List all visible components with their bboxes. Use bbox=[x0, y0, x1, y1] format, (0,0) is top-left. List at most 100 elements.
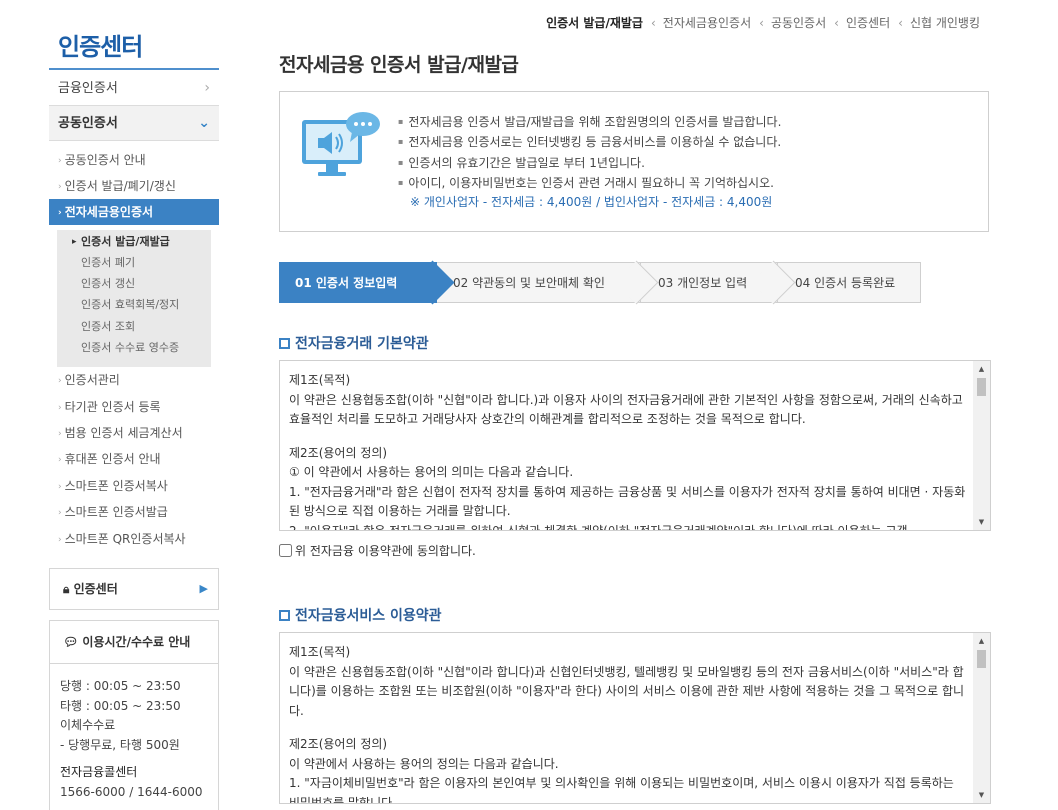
sidebar-third-level-menu: 인증서 발급/재발급 인증서 폐기 인증서 갱신 인증서 효력회복/정지 인증서… bbox=[57, 230, 211, 367]
sidebar-sub-item-label: 타기관 인증서 등록 bbox=[64, 400, 161, 414]
terms-line: 제1조(목적) bbox=[289, 373, 351, 387]
sidebar-third-item-restore-suspend[interactable]: 인증서 효력회복/정지 bbox=[81, 295, 179, 315]
sidebar-sub-item-label: 인증서 발급/폐기/갱신 bbox=[64, 179, 176, 193]
bullet-icon: › bbox=[58, 535, 62, 545]
step-1: 01 인증서 정보입력 bbox=[279, 260, 455, 305]
breadcrumb-item[interactable]: 인증센터 bbox=[846, 16, 890, 30]
terms-line: ① 이 약관에서 사용하는 용어의 의미는 다음과 같습니다. bbox=[289, 465, 574, 479]
step-label: 01 인증서 정보입력 bbox=[295, 276, 398, 290]
hours-line: - 당행무료, 타행 500원 bbox=[60, 737, 180, 752]
scroll-down-icon[interactable]: ▼ bbox=[973, 787, 990, 803]
terms-line: 이 약관에서 사용하는 용어의 정의는 다음과 같습니다. bbox=[289, 756, 559, 771]
bullet-icon: › bbox=[58, 403, 62, 413]
breadcrumb: 인증서 발급/재발급 ‹ 전자세금용인증서 ‹ 공동인증서 ‹ 인증센터 ‹ 신협 개인뱅킹 bbox=[546, 14, 980, 31]
chevron-left-icon: ‹ bbox=[759, 16, 764, 30]
step-label: 02 약관동의 및 보안매체 확인 bbox=[453, 276, 605, 290]
terms1-agree[interactable]: 위 전자금융 이용약관에 동의합니다. bbox=[279, 542, 476, 559]
sidebar-third-item-issue[interactable]: 인증서 발급/재발급 bbox=[72, 232, 170, 252]
terms-line: 제1조(목적) bbox=[289, 645, 351, 659]
terms1-scroll-box[interactable]: 제1조(목적) 이 약관은 신용협동조합(이하 "신협"이라 합니다.)과 이용… bbox=[279, 360, 991, 531]
scroll-up-icon[interactable]: ▲ bbox=[973, 361, 990, 377]
step-2: 02 약관동의 및 보안매체 확인 bbox=[429, 260, 659, 305]
step-label: 04 인증서 등록완료 bbox=[795, 276, 896, 290]
sidebar-sub-item-label: 스마트폰 QR인증서복사 bbox=[64, 532, 186, 546]
terms1-agree-label: 위 전자금융 이용약관에 동의합니다. bbox=[295, 544, 476, 558]
sidebar-sub-item-label: 인증서관리 bbox=[64, 373, 120, 387]
sidebar-third-item-revoke[interactable]: 인증서 폐기 bbox=[81, 253, 135, 273]
notice-item: 전자세금용 인증서 발급/재발급을 위해 조합원명의의 인증서를 발급합니다. bbox=[398, 112, 781, 132]
call-center-title: 전자금융콜센터 bbox=[60, 765, 138, 779]
hours-fee-content: 당행 : 00:05 ~ 23:50 타행 : 00:05 ~ 23:50 이체… bbox=[50, 664, 218, 810]
chevron-left-icon: ‹ bbox=[898, 16, 903, 30]
breadcrumb-item[interactable]: 신협 개인뱅킹 bbox=[910, 16, 980, 30]
sidebar-sub-item-phone-cert-guide[interactable]: › 휴대폰 인증서 안내 bbox=[49, 446, 219, 472]
notice-box: 전자세금용 인증서 발급/재발급을 위해 조합원명의의 인증서를 발급합니다. … bbox=[279, 91, 989, 232]
terms2-scrollbar[interactable]: ▲ ▼ bbox=[973, 633, 990, 803]
hours-line: 당행 : 00:05 ~ 23:50 bbox=[60, 679, 181, 693]
sidebar-sub-item-smartphone-qr-copy[interactable]: › 스마트폰 QR인증서복사 bbox=[49, 526, 219, 552]
sidebar-sub-item-label: 휴대폰 인증서 안내 bbox=[64, 452, 161, 466]
notice-item: 인증서의 유효기간은 발급일로 부터 1년입니다. bbox=[398, 153, 781, 173]
scroll-thumb[interactable] bbox=[977, 650, 986, 668]
sidebar-third-item-fee-receipt[interactable]: 인증서 수수료 영수증 bbox=[81, 338, 179, 358]
sidebar-sub-item-smartphone-cert-issue[interactable]: › 스마트폰 인증서발급 bbox=[49, 499, 219, 525]
cert-center-link-box[interactable]: 🔒︎ 인증센터 ▶ bbox=[49, 568, 219, 610]
arrow-right-icon: ▶ bbox=[199, 582, 208, 595]
terms2-scroll-box[interactable]: 제1조(목적) 이 약관은 신용협동조합(이하 "신협"이라 합니다)과 신협인… bbox=[279, 632, 991, 804]
scroll-up-icon[interactable]: ▲ bbox=[973, 633, 990, 649]
sidebar-sub-item-joint-cert-guide[interactable]: › 공동인증서 안내 bbox=[49, 147, 219, 173]
sidebar-title-divider bbox=[49, 68, 219, 70]
hours-line: 타행 : 00:05 ~ 23:50 bbox=[60, 698, 181, 713]
sidebar-sub-item-general-cert-invoice[interactable]: › 범용 인증서 세금계산서 bbox=[49, 420, 219, 446]
terms-line: 이 약관은 신용협동조합(이하 "신협"이라 합니다.)과 이용자 사이의 전자… bbox=[289, 392, 963, 427]
chevron-left-icon: ‹ bbox=[834, 16, 839, 30]
chevron-down-icon: ⌄ bbox=[198, 115, 210, 131]
chevron-right-icon: › bbox=[204, 80, 210, 96]
bullet-icon: › bbox=[58, 508, 62, 518]
sidebar-sub-item-label: 공동인증서 안내 bbox=[64, 153, 146, 167]
hours-line: 이체수수료 bbox=[60, 718, 116, 732]
cert-center-link-label: 인증센터 bbox=[73, 582, 118, 596]
terms1-title: 전자금융거래 기본약관 bbox=[279, 333, 429, 353]
hours-fee-title: 이용시간/수수료 안내 bbox=[82, 635, 191, 649]
sidebar-third-item-renew[interactable]: 인증서 갱신 bbox=[81, 274, 135, 294]
sidebar-sub-item-smartphone-cert-copy[interactable]: › 스마트폰 인증서복사 bbox=[49, 473, 219, 499]
page-title: 전자세금용 인증서 발급/재발급 bbox=[279, 54, 519, 76]
sidebar-title: 인증센터 bbox=[58, 33, 143, 61]
bullet-icon: › bbox=[58, 429, 62, 439]
terms-line: 2. "이용자"라 함은 전자금융거래를 위하여 신협과 체결한 계약(이하 "… bbox=[289, 523, 908, 531]
sidebar-item-joint-cert[interactable]: 공동인증서 ⌄ bbox=[49, 106, 219, 141]
sidebar-sub-item-cert-manage[interactable]: › 인증서관리 bbox=[49, 367, 219, 393]
breadcrumb-item[interactable]: 전자세금용인증서 bbox=[663, 16, 751, 30]
terms1-agree-checkbox[interactable] bbox=[279, 544, 292, 557]
scroll-thumb[interactable] bbox=[977, 378, 986, 396]
notice-item: 아이디, 이용자비밀번호는 인증서 관련 거래시 필요하니 꼭 기억하십시오. bbox=[398, 173, 781, 193]
bullet-icon: › bbox=[58, 376, 62, 386]
terms2-title: 전자금융서비스 이용약관 bbox=[279, 605, 442, 625]
scroll-down-icon[interactable]: ▼ bbox=[973, 514, 990, 530]
sidebar-item-financial-cert[interactable]: 금융인증서 › bbox=[49, 71, 219, 106]
monitor-speaker-icon bbox=[302, 112, 380, 176]
sidebar-sub-item-label: 스마트폰 인증서복사 bbox=[64, 479, 168, 493]
sidebar-sub-item-e-tax-cert[interactable]: › 전자세금용인증서 bbox=[49, 199, 219, 225]
sidebar-sub-item-other-cert-register[interactable]: › 타기관 인증서 등록 bbox=[49, 394, 219, 420]
bullet-icon: › bbox=[58, 482, 62, 492]
terms1-text: 제1조(목적) 이 약관은 신용협동조합(이하 "신협"이라 합니다.)과 이용… bbox=[289, 371, 966, 531]
call-center-numbers: 1566-6000 / 1644-6000 bbox=[60, 784, 203, 799]
notice-list: 전자세금용 인증서 발급/재발급을 위해 조합원명의의 인증서를 발급합니다. … bbox=[398, 112, 781, 212]
notice-item: 전자세금용 인증서로는 인터넷뱅킹 등 금융서비스를 이용하실 수 없습니다. bbox=[398, 132, 781, 152]
terms-line: 1. "전자금융거래"라 함은 신협이 전자적 장치를 통하여 제공하는 금융상… bbox=[289, 484, 966, 519]
bullet-icon: › bbox=[58, 208, 62, 218]
sidebar-item-label: 금융인증서 bbox=[58, 81, 118, 96]
hours-fee-info-box: 💬︎ 이용시간/수수료 안내 당행 : 00:05 ~ 23:50 타행 : 0… bbox=[49, 620, 219, 810]
lock-icon: 🔒︎ bbox=[63, 582, 70, 596]
sidebar-third-item-lookup[interactable]: 인증서 조회 bbox=[81, 317, 135, 337]
sidebar-sub-item-label: 전자세금용인증서 bbox=[64, 205, 154, 219]
terms1-scrollbar[interactable]: ▲ ▼ bbox=[973, 361, 990, 530]
bullet-icon: › bbox=[58, 156, 62, 166]
breadcrumb-item[interactable]: 공동인증서 bbox=[771, 16, 826, 30]
bullet-icon: › bbox=[58, 182, 62, 192]
chat-bubble-icon: 💬︎ bbox=[63, 635, 79, 649]
terms2-text: 제1조(목적) 이 약관은 신용협동조합(이하 "신협"이라 합니다)과 신협인… bbox=[289, 643, 966, 803]
sidebar-sub-item-cert-issue[interactable]: › 인증서 발급/폐기/갱신 bbox=[49, 173, 219, 199]
